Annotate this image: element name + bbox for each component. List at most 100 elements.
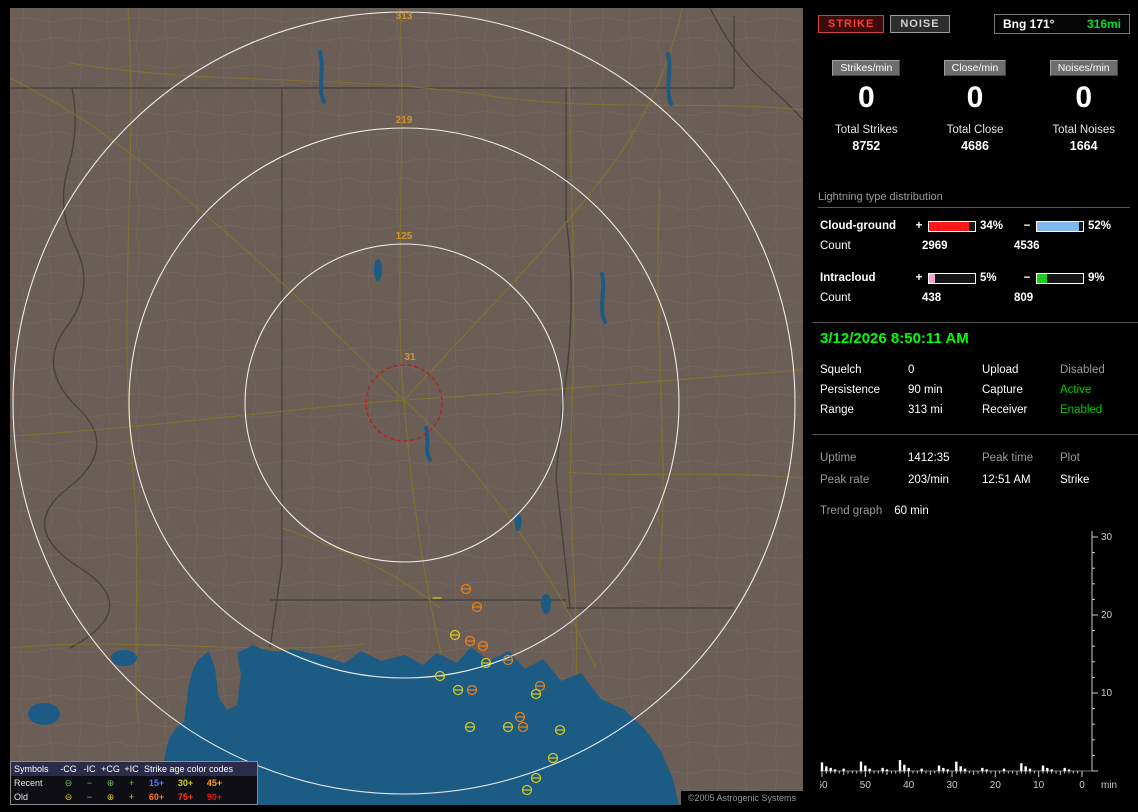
stats-row: Peak rate 203/min 12:51 AM Strike <box>820 469 1138 491</box>
range-label: Range <box>820 404 908 416</box>
total-noises-label: Total Noises <box>1029 124 1138 136</box>
ic-neg-pct: 9% <box>1088 272 1120 284</box>
total-close-label: Total Close <box>921 124 1030 136</box>
svg-text:313: 313 <box>396 11 413 22</box>
noises-per-min-button[interactable]: Noises/min <box>1050 60 1118 76</box>
svg-text:30: 30 <box>1101 532 1113 543</box>
separator <box>812 434 1138 435</box>
ic-neg-bar-fill <box>1037 274 1047 283</box>
squelch-label: Squelch <box>820 364 908 376</box>
legend-age-title: Strike age color codes <box>142 763 257 775</box>
cg-pos-icon: ⊕ <box>100 791 121 803</box>
persistence-value: 90 min <box>908 384 982 396</box>
close-counter: Close/min 0 Total Close 4686 <box>921 60 1030 153</box>
legend-symbols-label: Symbols <box>11 763 58 775</box>
noise-button[interactable]: NOISE <box>890 15 949 33</box>
age-badge: 75+ <box>171 791 200 803</box>
trend-graph: 3020106050403020100min <box>820 523 1138 796</box>
range-value: 313 mi <box>908 404 982 416</box>
status-panel: STRIKE NOISE Bng 171° 316mi Strikes/min … <box>812 0 1138 812</box>
session-stats-grid: Uptime 1412:35 Peak time Plot Peak rate … <box>812 447 1138 491</box>
receiver-label: Receiver <box>982 404 1060 416</box>
plot-label: Plot <box>1060 452 1138 464</box>
age-badge: 90+ <box>200 791 229 803</box>
stats-row: Uptime 1412:35 Peak time Plot <box>820 447 1138 469</box>
count-label: Count <box>820 240 922 256</box>
count-label: Count <box>820 292 922 308</box>
svg-text:0: 0 <box>1079 780 1085 791</box>
trend-window-value: 60 min <box>894 505 929 517</box>
cloud-ground-counts: Count 2969 4536 <box>820 240 1138 256</box>
close-per-min-button[interactable]: Close/min <box>944 60 1007 76</box>
legend-old-label: Old <box>11 791 58 803</box>
legend-header: Symbols -CG -IC +CG +IC Strike age color… <box>11 762 257 776</box>
strike-button[interactable]: STRIKE <box>818 15 884 33</box>
intracloud-label: Intracloud <box>820 272 914 284</box>
close-per-min-value: 0 <box>921 82 1030 114</box>
cloud-ground-row: Cloud-ground + 34% − 52% <box>820 218 1138 234</box>
peak-time-value: 12:51 AM <box>982 474 1060 486</box>
age-badge: 45+ <box>200 777 229 789</box>
cg-neg-icon: ⊖ <box>58 777 79 789</box>
status-row: Range 313 mi Receiver Enabled <box>820 400 1138 420</box>
receiver-status-grid: Squelch 0 Upload Disabled Persistence 90… <box>812 360 1138 420</box>
intracloud-counts: Count 438 809 <box>820 292 1138 308</box>
svg-text:219: 219 <box>396 115 413 126</box>
strikes-counter: Strikes/min 0 Total Strikes 8752 <box>812 60 921 153</box>
cg-neg-icon: ⊖ <box>58 791 79 803</box>
cg-pos-pct: 34% <box>980 220 1012 232</box>
strikes-per-min-button[interactable]: Strikes/min <box>832 60 900 76</box>
ic-neg-icon: − <box>79 791 100 803</box>
svg-text:10: 10 <box>1101 688 1113 699</box>
total-strikes-value: 8752 <box>812 139 921 153</box>
cg-pos-bar <box>928 221 976 232</box>
cloud-ground-label: Cloud-ground <box>820 220 914 232</box>
plus-sign: + <box>914 272 924 284</box>
strike-legend: Symbols -CG -IC +CG +IC Strike age color… <box>10 761 258 805</box>
peak-rate-label: Peak rate <box>820 474 908 486</box>
ic-pos-icon: + <box>121 777 142 789</box>
ic-pos-bar <box>928 273 976 284</box>
status-row: Squelch 0 Upload Disabled <box>820 360 1138 380</box>
peak-rate-value: 203/min <box>908 474 982 486</box>
total-close-value: 4686 <box>921 139 1030 153</box>
legend-col-ic-pos: +IC <box>121 763 142 775</box>
ic-pos-count: 438 <box>922 292 1014 308</box>
rate-counters: Strikes/min 0 Total Strikes 8752 Close/m… <box>812 60 1138 153</box>
map-canvas: 31321912531 <box>10 8 803 805</box>
datetime-display: 3/12/2026 8:50:11 AM <box>812 327 1138 350</box>
ic-neg-icon: − <box>79 777 100 789</box>
noises-counter: Noises/min 0 Total Noises 1664 <box>1029 60 1138 153</box>
uptime-value: 1412:35 <box>908 452 982 464</box>
cg-neg-pct: 52% <box>1088 220 1120 232</box>
capture-label: Capture <box>982 384 1060 396</box>
bearing-range: 316mi <box>1087 17 1121 31</box>
svg-text:20: 20 <box>990 780 1002 791</box>
cg-neg-bar <box>1036 221 1084 232</box>
peak-time-label: Peak time <box>982 452 1060 464</box>
separator <box>812 322 1138 323</box>
ic-pos-bar-fill <box>929 274 935 283</box>
ic-pos-pct: 5% <box>980 272 1012 284</box>
squelch-value: 0 <box>908 364 982 376</box>
age-badge: 60+ <box>142 791 171 803</box>
status-row: Persistence 90 min Capture Active <box>820 380 1138 400</box>
ic-pos-icon: + <box>121 791 142 803</box>
plus-sign: + <box>914 220 924 232</box>
noises-per-min-value: 0 <box>1029 82 1138 114</box>
svg-text:125: 125 <box>396 231 413 242</box>
trend-graph-canvas: 3020106050403020100min <box>820 523 1120 793</box>
legend-row-recent: Recent ⊖ − ⊕ + 15+ 30+ 45+ <box>11 776 257 790</box>
legend-recent-label: Recent <box>11 777 58 789</box>
total-noises-value: 1664 <box>1029 139 1138 153</box>
panel-top-bar: STRIKE NOISE Bng 171° 316mi <box>818 14 1130 34</box>
legend-col-ic-neg: -IC <box>79 763 100 775</box>
cg-neg-bar-fill <box>1037 222 1079 231</box>
cg-neg-count: 4536 <box>1014 240 1106 256</box>
upload-label: Upload <box>982 364 1060 376</box>
lightning-map[interactable]: 31321912531 Symbols -CG -IC +CG +IC Stri… <box>10 8 803 805</box>
ic-neg-count: 809 <box>1014 292 1106 308</box>
minus-sign: − <box>1022 272 1032 284</box>
uptime-label: Uptime <box>820 452 908 464</box>
svg-text:50: 50 <box>860 780 872 791</box>
